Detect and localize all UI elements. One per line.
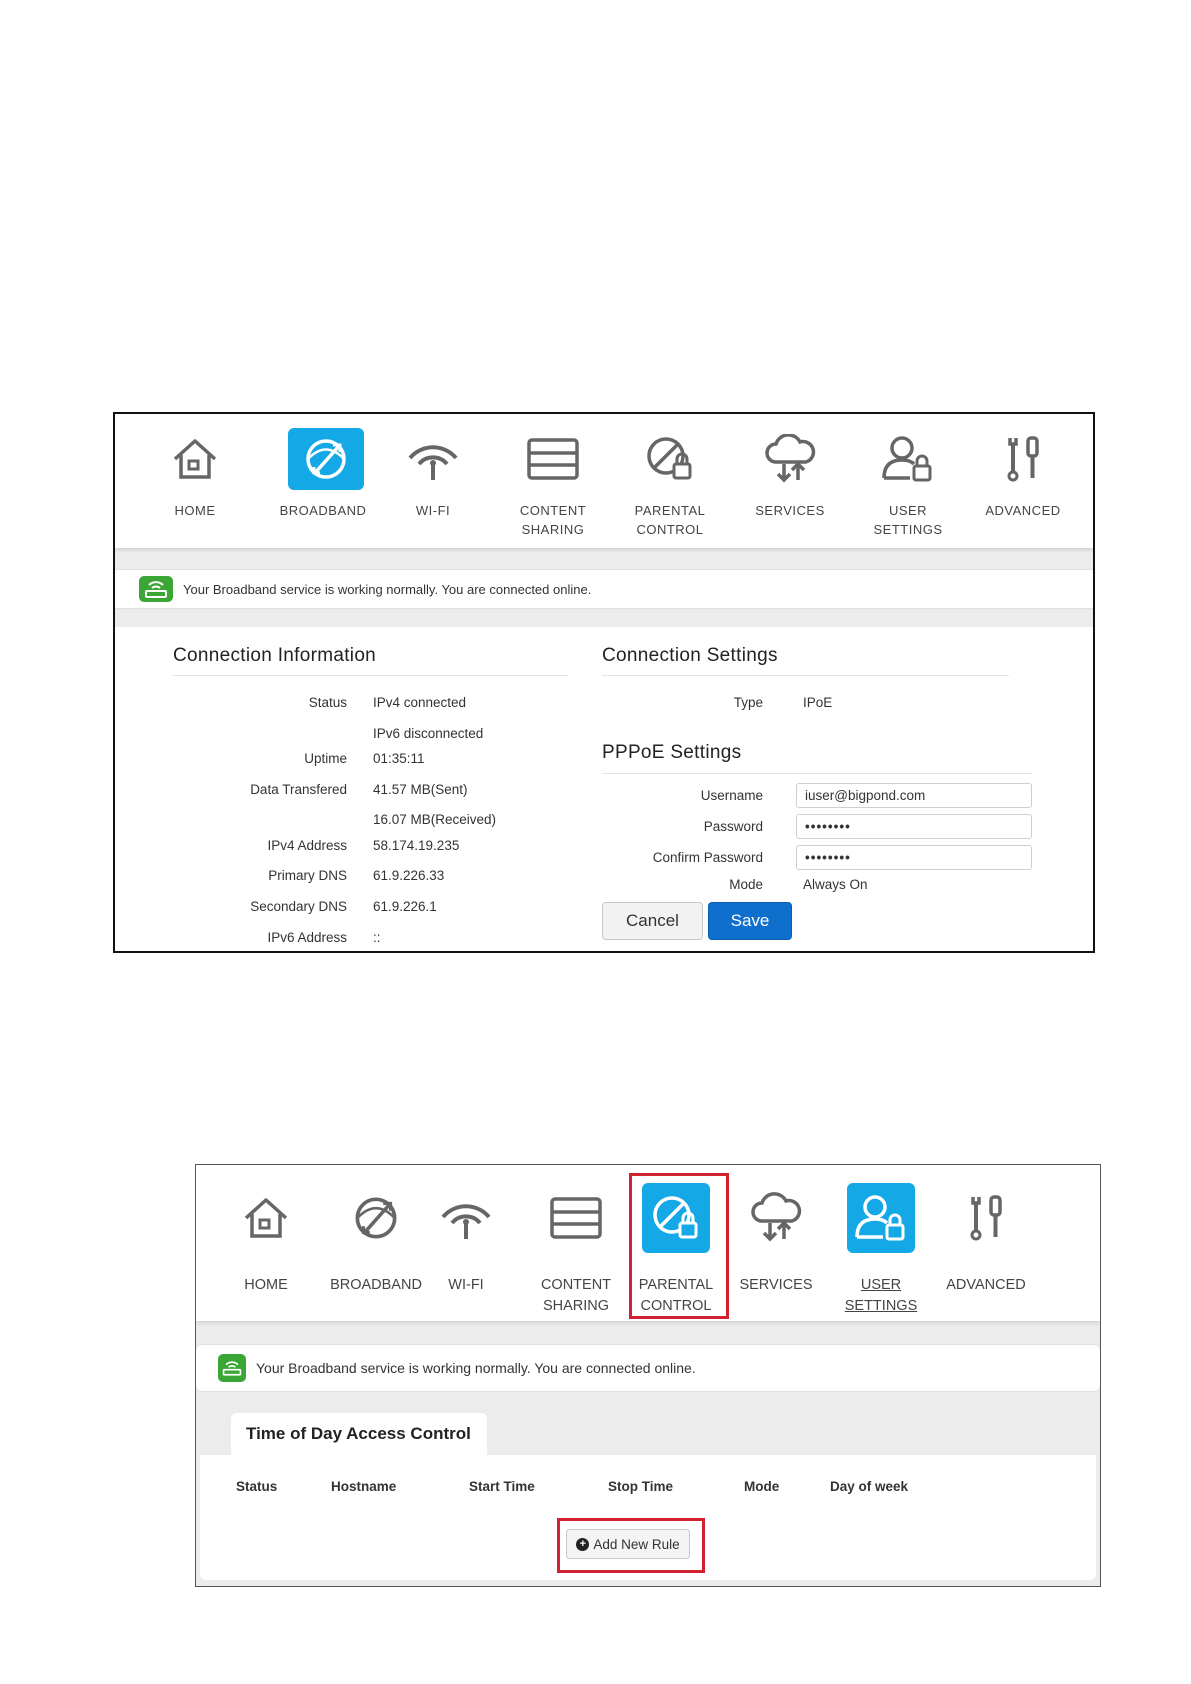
home-icon (162, 428, 228, 490)
type-value: IPoE (803, 695, 833, 710)
nav-wifi[interactable]: WI-FI (426, 1183, 506, 1303)
username-label: Username (700, 788, 763, 803)
parental-lock-icon (637, 428, 703, 490)
nav-content-sharing[interactable]: CONTENT SHARING (498, 428, 608, 538)
connection-status-bar: Your Broadband service is working normal… (115, 569, 1093, 609)
parental-lock-icon (642, 1183, 710, 1253)
plus-circle-icon: + (576, 1537, 590, 1551)
uptime-value: 01:35:11 (373, 751, 425, 766)
type-label: Type (733, 695, 763, 710)
data-received-value: 16.07 MB(Received) (373, 812, 497, 827)
column-mode: Mode (744, 1479, 780, 1494)
cancel-button[interactable]: Cancel (602, 902, 703, 940)
nav-broadband[interactable]: BROADBAND (321, 1183, 431, 1303)
status-message: Your Broadband service is working normal… (183, 581, 592, 597)
status-message: Your Broadband service is working normal… (256, 1360, 696, 1376)
connection-settings-title: Connection Settings (602, 645, 778, 666)
ipv4-address-value: 58.174.19.235 (373, 838, 460, 853)
advanced-tools-icon (952, 1183, 1020, 1253)
uptime-label: Uptime (304, 751, 347, 766)
content-sharing-icon (542, 1183, 610, 1253)
advanced-tools-icon (990, 428, 1056, 490)
tab-time-of-day-access-control[interactable]: Time of Day Access Control (231, 1413, 487, 1455)
nav-home[interactable]: HOME (155, 428, 235, 528)
parental-control-screenshot: HOME BROADBAND WI-FI CONTENT SHARING PAR (195, 1164, 1101, 1587)
pppoe-settings-title: PPPoE Settings (602, 742, 742, 763)
broadband-panel: Connection Information Status IPv4 conne… (115, 627, 1093, 951)
mode-label: Mode (729, 877, 763, 892)
router-status-icon (218, 1354, 246, 1382)
nav-home[interactable]: HOME (226, 1183, 306, 1303)
user-lock-icon (875, 428, 941, 490)
home-icon (232, 1183, 300, 1253)
secondary-dns-value: 61.9.226.1 (373, 899, 437, 914)
top-nav: HOME BROADBAND WI-FI CONTENT SHARING PAR (115, 414, 1093, 549)
password-field[interactable]: •••••••• (796, 814, 1032, 839)
nav-wifi[interactable]: WI-FI (393, 428, 473, 528)
secondary-dns-label: Secondary DNS (250, 899, 347, 914)
top-nav: HOME BROADBAND WI-FI CONTENT SHARING PAR (196, 1165, 1100, 1322)
mode-value: Always On (803, 877, 868, 892)
ipv6-address-label: IPv6 Address (267, 930, 347, 945)
ipv4-address-label: IPv4 Address (267, 838, 347, 853)
connection-information-title: Connection Information (173, 645, 377, 666)
column-hostname: Hostname (331, 1479, 397, 1494)
nav-advanced[interactable]: ADVANCED (973, 428, 1073, 528)
status-label: Status (308, 695, 347, 710)
save-button[interactable]: Save (708, 902, 792, 940)
nav-parental-control[interactable]: PARENTAL CONTROL (615, 428, 725, 538)
status-ipv4-value: IPv4 connected (373, 695, 467, 710)
data-transfered-label: Data Transfered (250, 782, 347, 797)
nav-user-settings[interactable]: USER SETTINGS (831, 1183, 931, 1314)
status-ipv6-value: IPv6 disconnected (373, 726, 484, 741)
username-field[interactable] (796, 783, 1032, 808)
ipv6-address-value: :: (373, 930, 381, 945)
confirm-password-label: Confirm Password (652, 850, 763, 865)
broadband-screenshot: HOME BROADBAND WI-FI CONTENT SHARING PAR (113, 412, 1095, 953)
nav-content-sharing[interactable]: CONTENT SHARING (521, 1183, 631, 1314)
broadband-globe-icon (288, 428, 364, 490)
column-start-time: Start Time (469, 1479, 535, 1494)
divider (602, 773, 1032, 774)
password-label: Password (703, 819, 763, 834)
data-sent-value: 41.57 MB(Sent) (373, 782, 468, 797)
column-day-of-week: Day of week (830, 1479, 909, 1494)
user-lock-icon (847, 1183, 915, 1253)
wifi-icon (400, 428, 466, 490)
nav-parental-control[interactable]: PARENTAL CONTROL (626, 1183, 726, 1314)
router-status-icon (139, 576, 173, 602)
access-control-panel (200, 1455, 1096, 1580)
divider (602, 675, 1009, 676)
primary-dns-label: Primary DNS (268, 868, 347, 883)
column-stop-time: Stop Time (608, 1479, 674, 1494)
primary-dns-value: 61.9.226.33 (373, 868, 445, 883)
nav-user-settings[interactable]: USER SETTINGS (853, 428, 963, 538)
connection-status-bar: Your Broadband service is working normal… (196, 1344, 1100, 1392)
broadband-globe-icon (342, 1183, 410, 1253)
services-cloud-icon (757, 428, 823, 490)
column-status: Status (236, 1479, 278, 1494)
services-cloud-icon (742, 1183, 810, 1253)
wifi-icon (432, 1183, 500, 1253)
nav-broadband[interactable]: BROADBAND (268, 428, 378, 528)
content-sharing-icon (520, 428, 586, 490)
confirm-password-field[interactable]: •••••••• (796, 845, 1032, 870)
nav-services[interactable]: SERVICES (726, 1183, 826, 1303)
add-new-rule-label: Add New Rule (593, 1536, 680, 1552)
nav-services[interactable]: SERVICES (735, 428, 845, 528)
add-new-rule-button[interactable]: + Add New Rule (566, 1529, 690, 1559)
divider (173, 675, 568, 676)
nav-advanced[interactable]: ADVANCED (936, 1183, 1036, 1303)
